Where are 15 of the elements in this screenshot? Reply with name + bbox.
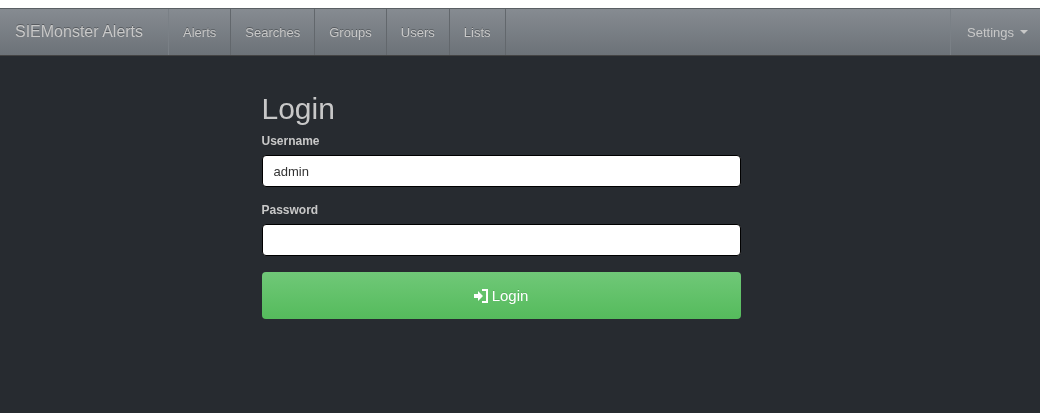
nav-link[interactable]: Alerts xyxy=(169,9,232,55)
brand-link[interactable]: SIEMonster Alerts xyxy=(0,9,170,55)
nav-link[interactable]: Groups xyxy=(315,9,387,55)
nav-link[interactable]: Lists xyxy=(449,9,506,55)
field-label: Username xyxy=(261,134,321,148)
login-button[interactable]: Login xyxy=(261,272,741,319)
login-icon xyxy=(473,288,489,303)
settings-dropdown[interactable]: Settings xyxy=(950,9,1040,55)
field-label: Password xyxy=(261,203,320,217)
caret-icon xyxy=(1020,30,1028,34)
nav-link[interactable]: Searches xyxy=(231,9,316,55)
input-field[interactable]: admin xyxy=(261,155,741,187)
input-field[interactable] xyxy=(261,224,741,256)
page-title: Login xyxy=(261,92,336,126)
nav-link[interactable]: Users xyxy=(386,9,450,55)
